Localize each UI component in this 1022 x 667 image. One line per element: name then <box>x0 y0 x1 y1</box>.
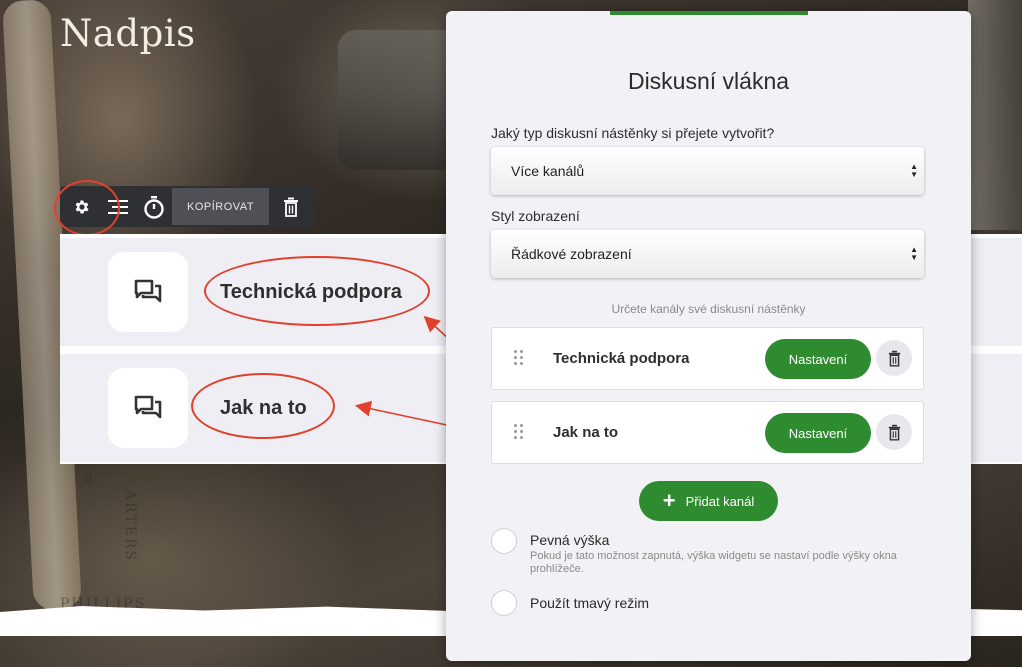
dark-mode-label: Použít tmavý režim <box>530 595 650 611</box>
fixed-height-description: Pokud je tato možnost zapnutá, výška wid… <box>530 550 897 575</box>
display-style-value: Řádkové zobrazení <box>511 246 632 262</box>
display-style-select[interactable]: Řádkové zobrazení ▲ ▼ <box>491 230 924 278</box>
trash-icon <box>888 350 900 367</box>
chat-icon <box>108 368 188 448</box>
drag-handle-icon[interactable] <box>514 350 526 368</box>
settings-button[interactable] <box>64 186 100 227</box>
fixed-height-radio[interactable] <box>491 528 517 554</box>
channel-name: Jak na to <box>553 424 619 441</box>
channel-settings-button[interactable]: Nastavení <box>765 339 871 379</box>
discussion-settings-panel: Diskusní vlákna Jaký typ diskusní nástěn… <box>446 11 971 661</box>
board-type-select[interactable]: Více kanálů ▲ ▼ <box>491 147 924 195</box>
panel-title: Diskusní vlákna <box>627 68 790 94</box>
channel-name: Technická podpora <box>553 350 690 367</box>
select-arrows-icon: ▲ ▼ <box>910 245 918 262</box>
background-text: ARTERS <box>122 490 138 563</box>
delete-channel-button[interactable] <box>876 340 912 376</box>
stopwatch-icon <box>144 195 164 219</box>
chat-icon <box>108 252 188 332</box>
plus-icon: + <box>662 488 676 513</box>
copy-button[interactable]: KOPÍROVAT <box>172 188 270 225</box>
trash-icon <box>888 424 900 441</box>
channel-card: Technická podpora Nastavení <box>491 327 924 390</box>
select-arrows-icon: ▲ ▼ <box>910 162 918 179</box>
board-type-value: Více kanálů <box>511 163 585 179</box>
add-channel-button[interactable]: + Přidat kanál <box>639 481 778 521</box>
delete-channel-button[interactable] <box>876 414 912 450</box>
background-text: n <box>84 470 96 486</box>
background-tin-right <box>968 0 1022 230</box>
gear-icon <box>75 199 89 214</box>
delete-element-button[interactable] <box>273 186 309 227</box>
channel-card: Jak na to Nastavení <box>491 401 924 464</box>
preview-channel-label: Technická podpora <box>220 280 402 303</box>
drag-handle-icon[interactable] <box>514 424 526 442</box>
board-type-label: Jaký typ diskusní nástěnky si přejete vy… <box>491 125 775 141</box>
preview-channel-label: Jak na to <box>220 396 307 419</box>
fixed-height-label: Pevná výška <box>530 532 610 548</box>
page-heading[interactable]: Nadpis <box>60 12 196 55</box>
panel-accent-bar <box>610 11 808 15</box>
layout-button[interactable] <box>100 186 136 227</box>
timer-button[interactable] <box>136 186 172 227</box>
element-toolbar: KOPÍROVAT <box>60 186 316 227</box>
trash-icon <box>284 197 299 217</box>
display-style-label: Styl zobrazení <box>491 208 580 224</box>
dark-mode-radio[interactable] <box>491 590 517 616</box>
align-lines-icon <box>108 199 128 214</box>
add-channel-label: Přidat kanál <box>685 493 755 509</box>
channel-settings-button[interactable]: Nastavení <box>765 413 871 453</box>
channels-hint: Určete kanály své diskusní nástěnky <box>611 302 806 316</box>
